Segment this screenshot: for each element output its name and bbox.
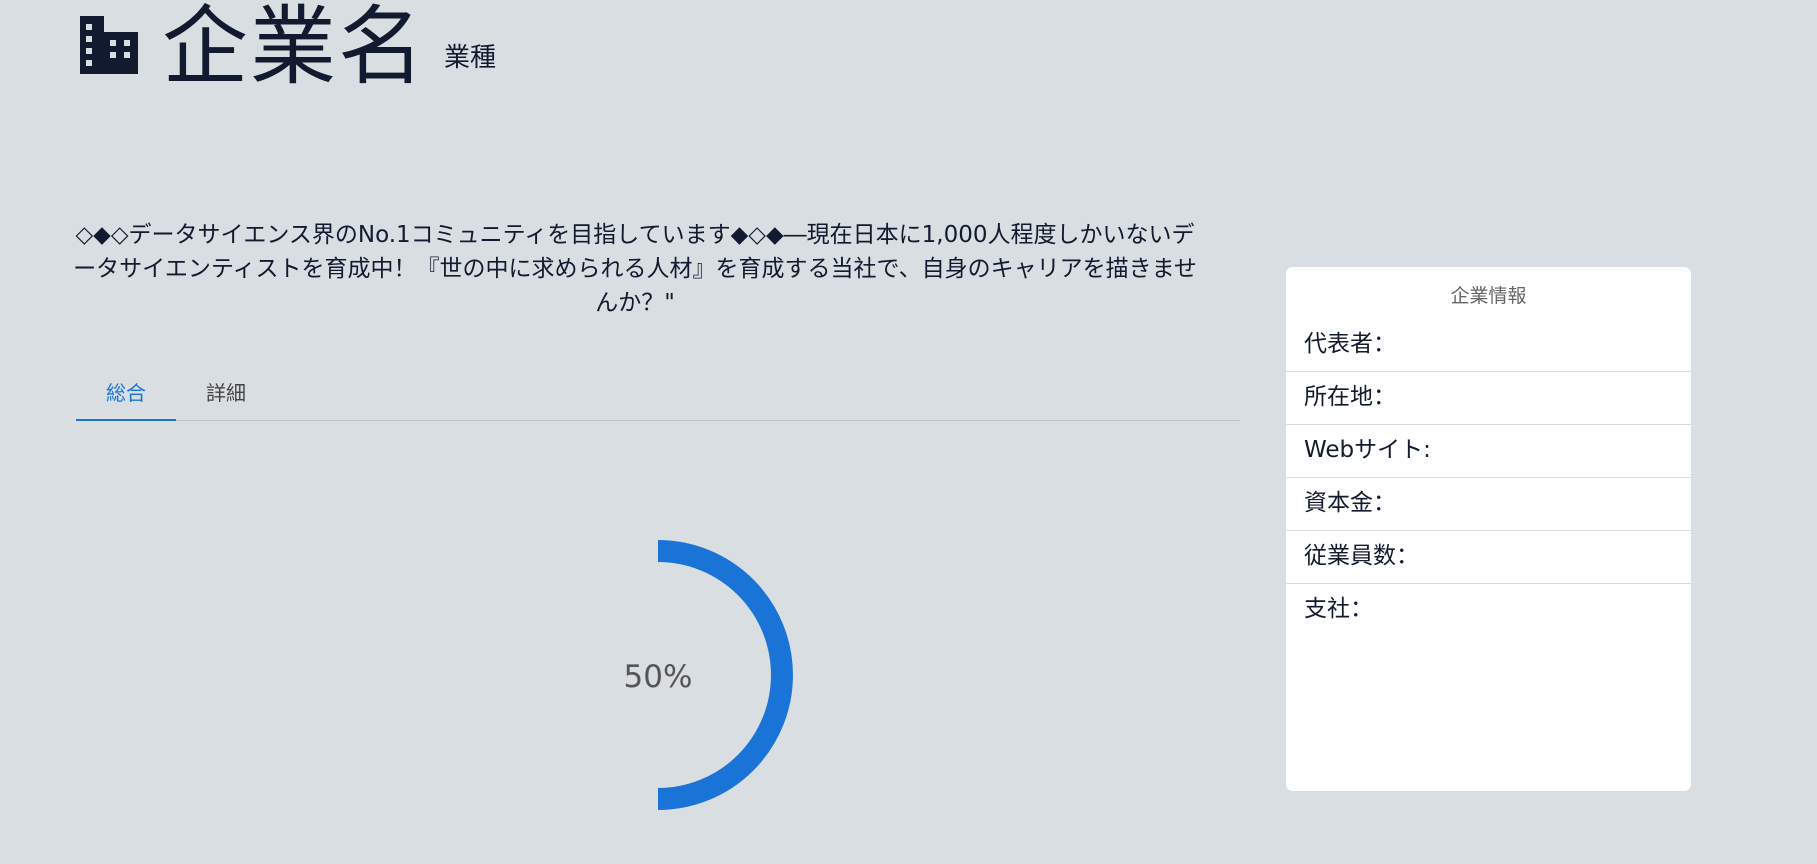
info-row-branches: 支社：: [1304, 596, 1373, 622]
tab-bar: 総合 詳細: [76, 372, 1240, 421]
info-row-capital: 資本金：: [1286, 478, 1691, 531]
info-row-address: 所在地：: [1286, 372, 1691, 425]
info-card-title: 企業情報: [1450, 285, 1527, 307]
company-header: 企業名 業種: [78, 0, 496, 90]
industry-label: 業種: [444, 43, 497, 73]
company-name: 企業名: [162, 0, 426, 97]
building-icon: [80, 16, 138, 74]
info-row-representative: 代表者：: [1286, 319, 1691, 372]
info-row-employees: 従業員数：: [1286, 531, 1691, 584]
company-description: ◇◆◇データサイエンス界のNo.1コミュニティを目指しています◆◇◆―現在日本に…: [73, 222, 1197, 316]
company-info-card: 企業情報 代表者： 所在地： Webサイト: 資本金： 従業員数： 支社：: [1286, 267, 1691, 791]
info-row-website: Webサイト:: [1286, 425, 1691, 478]
tab-details[interactable]: 詳細: [176, 372, 276, 420]
progress-gauge: 50%: [624, 540, 793, 810]
gauge-percentage: 50%: [624, 659, 693, 695]
tab-overview[interactable]: 総合: [76, 372, 176, 421]
